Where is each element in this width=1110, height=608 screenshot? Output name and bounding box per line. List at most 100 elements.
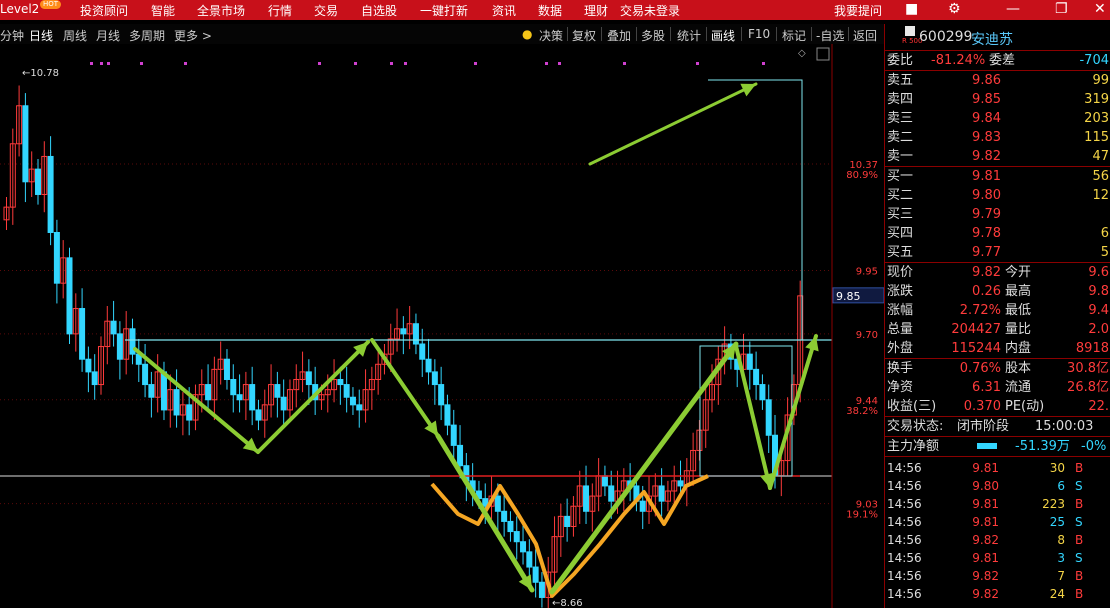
tick-time: 14:56 — [887, 569, 922, 583]
lightbulb-icon[interactable]: ● — [522, 27, 532, 41]
candlestick — [368, 366, 375, 410]
ask-price: 9.86 — [972, 73, 1001, 88]
candle-body — [507, 520, 514, 533]
bid-price: 9.81 — [972, 169, 1001, 184]
stat-value: 0.370 — [963, 399, 1001, 414]
candle-body — [305, 371, 312, 386]
toolbar-divider — [636, 27, 637, 41]
mark-button[interactable]: 标记 — [782, 27, 806, 44]
main-flow-pct: -0% — [1081, 439, 1107, 454]
menu-trade[interactable]: 交易 — [314, 2, 338, 19]
candlestick — [765, 384, 772, 453]
decision-button[interactable]: 决策 — [539, 27, 563, 44]
bid-volume: 5 — [1100, 245, 1109, 260]
back-button[interactable]: 返回 — [853, 27, 877, 44]
candlestick — [343, 366, 350, 413]
candlestick — [589, 483, 596, 532]
stat-label: 外盘 — [887, 341, 914, 356]
event-marker — [140, 62, 143, 65]
ask-row: 卖三 9.84 203 — [885, 109, 1110, 128]
statistics-button[interactable]: 统计 — [677, 27, 701, 44]
period-more[interactable]: 更多 > — [174, 27, 212, 44]
ask-question-button[interactable]: 我要提问 — [834, 2, 882, 19]
diff-label: 委差 — [989, 53, 1016, 68]
period-monthly[interactable]: 月线 — [96, 27, 120, 44]
candlestick — [501, 493, 508, 537]
candlestick — [299, 351, 306, 393]
tick-side: S — [1075, 515, 1083, 529]
close-icon[interactable]: ✕ — [1094, 1, 1106, 17]
candlestick — [22, 93, 29, 203]
stock-code[interactable]: 600299 — [919, 29, 972, 45]
user-icon[interactable]: ■ — [905, 1, 918, 17]
candlestick — [406, 305, 413, 350]
candlestick — [3, 197, 10, 230]
menu-quotes[interactable]: 行情 — [268, 2, 292, 19]
menu-investment-advisor[interactable]: 投资顾问 — [80, 2, 128, 19]
toolbar-divider — [670, 27, 671, 41]
bid-price: 9.78 — [972, 226, 1001, 241]
stat-label: 流通 — [1005, 380, 1032, 395]
maximize-icon[interactable]: ❐ — [1055, 1, 1068, 17]
candle-body — [765, 399, 772, 436]
f10-button[interactable]: F10 — [748, 27, 770, 41]
menu-watchlist[interactable]: 自选股 — [361, 2, 397, 19]
candlestick — [142, 344, 149, 398]
stat-label: 量比 — [1005, 322, 1032, 337]
candlestick — [16, 85, 23, 157]
arrow-shaft — [768, 334, 818, 490]
level2-label[interactable]: Level2 — [0, 2, 39, 16]
ask-label: 卖五 — [887, 73, 914, 88]
menu-market-overview[interactable]: 全景市场 — [197, 2, 245, 19]
period-minute[interactable]: 分钟 — [0, 27, 24, 44]
multi-stock-button[interactable]: 多股 — [641, 27, 665, 44]
stat-value: 115244 — [951, 341, 1001, 356]
overlay-button[interactable]: 叠加 — [607, 27, 631, 44]
menu-news[interactable]: 资讯 — [492, 2, 516, 19]
tick-row: 14:56 9.82 8 B — [885, 531, 1110, 549]
stock-name[interactable]: 安迪苏 — [971, 29, 1013, 49]
kline-chart[interactable]: ◇ 10.3780.9%9.959.709.4438.2%9.0319.1%9.… — [0, 44, 884, 608]
trade-status-row: 交易状态: 闭市阶段 15:00:03 — [885, 417, 1110, 436]
candlestick — [223, 349, 230, 390]
menu-ipo-subscribe[interactable]: 一键打新 — [420, 2, 468, 19]
period-daily[interactable]: 日线 — [29, 27, 53, 44]
login-status[interactable]: 交易未登录 — [620, 2, 680, 19]
candlestick — [702, 384, 709, 448]
tick-side: B — [1075, 533, 1084, 547]
candlestick — [394, 308, 401, 352]
draw-line-button[interactable]: 画线 — [711, 27, 735, 44]
ask-volume: 319 — [1084, 92, 1109, 107]
stat-label: 总量 — [887, 322, 914, 337]
candlestick — [135, 338, 142, 383]
period-weekly[interactable]: 周线 — [63, 27, 87, 44]
candle-body — [337, 378, 344, 386]
candle-body — [249, 384, 256, 411]
tick-volume: 7 — [1057, 569, 1065, 583]
minimize-icon[interactable]: — — [1006, 1, 1020, 17]
chart-toolbar: 分钟 日线 周线 月线 多周期 更多 > ● 决策 复权 叠加 多股 统计 画线… — [0, 24, 884, 44]
tick-price: 9.82 — [972, 533, 999, 547]
price-tick-label: 9.95 — [856, 267, 878, 278]
restore-rights-button[interactable]: 复权 — [572, 27, 596, 44]
bid-label: 买四 — [887, 226, 914, 241]
candle-body — [274, 384, 281, 398]
toolbar-divider — [601, 27, 602, 41]
tick-row: 14:56 9.80 6 S — [885, 477, 1110, 495]
stat-value: 9.82 — [972, 265, 1001, 280]
candle-body — [532, 566, 539, 583]
stat-value: 9.6 — [1088, 265, 1109, 280]
remove-watchlist-button[interactable]: -自选 — [816, 27, 844, 44]
candle-body — [110, 320, 117, 335]
candlestick — [570, 496, 577, 537]
menu-data[interactable]: 数据 — [538, 2, 562, 19]
tick-time: 14:56 — [887, 515, 922, 529]
menu-wealth[interactable]: 理财 — [584, 2, 608, 19]
bid-label: 买五 — [887, 245, 914, 260]
candlestick — [123, 311, 130, 375]
period-multi[interactable]: 多周期 — [129, 27, 165, 44]
tick-volume: 30 — [1049, 461, 1065, 475]
gear-icon[interactable]: ⚙ — [948, 1, 961, 17]
candlestick — [179, 392, 186, 436]
menu-smart[interactable]: 智能 — [151, 2, 175, 19]
